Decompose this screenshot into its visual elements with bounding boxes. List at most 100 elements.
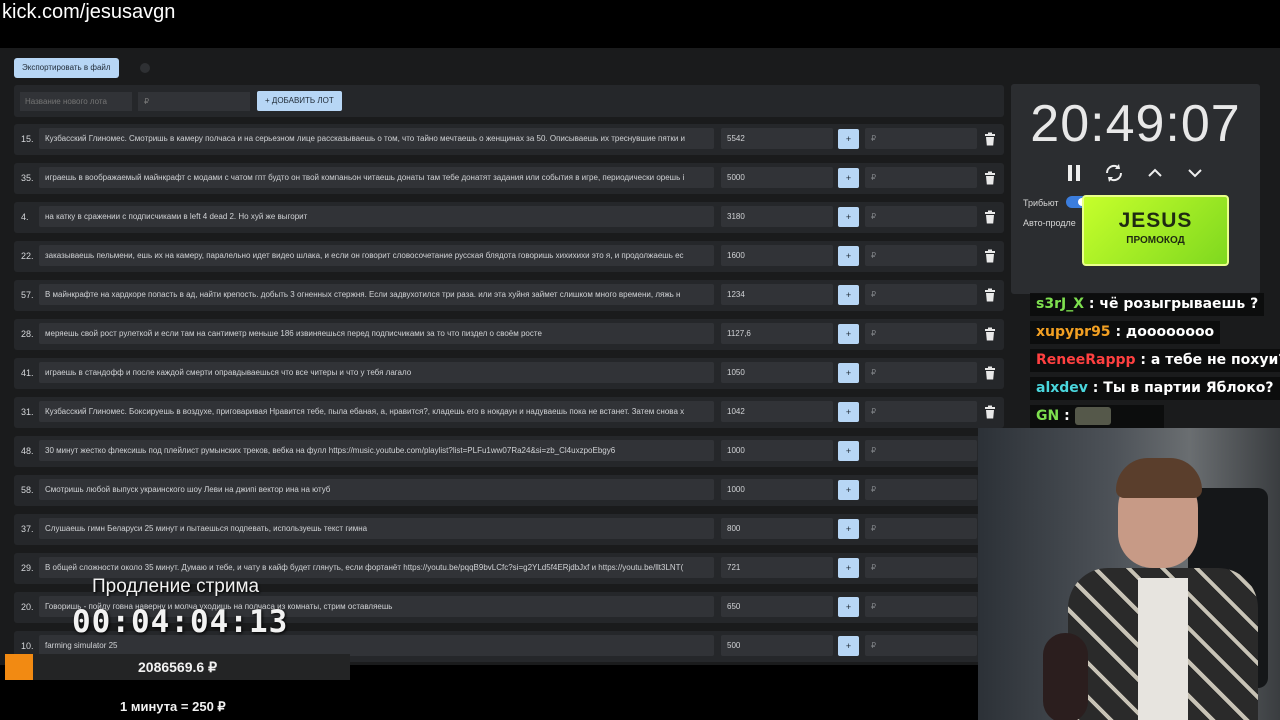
lot-price-input[interactable]: ₽	[865, 284, 977, 305]
lot-add-amount-button[interactable]: +	[838, 168, 859, 188]
lot-add-amount-button[interactable]: +	[838, 285, 859, 305]
new-lot-name-input[interactable]	[20, 92, 132, 111]
lot-add-amount-button[interactable]: +	[838, 597, 859, 617]
lot-amount-field[interactable]: 5542	[721, 128, 833, 149]
lot-title-field[interactable]: Смотришь любой выпуск украинского шоу Ле…	[39, 479, 714, 500]
chat-username: alxdev	[1036, 380, 1088, 396]
lot-row: 4. на катку в сражении с подписчиками в …	[14, 202, 1004, 233]
lot-add-amount-button[interactable]: +	[838, 636, 859, 656]
extension-countdown: 00:04:04:13	[72, 604, 289, 640]
chat-username: s3rJ_X	[1036, 296, 1084, 312]
lot-amount-field[interactable]: 1000	[721, 479, 833, 500]
lot-amount-field[interactable]: 1000	[721, 440, 833, 461]
url-text: kick.com/jesusavgn	[2, 1, 176, 23]
trash-icon[interactable]	[983, 288, 997, 302]
new-lot-price-input[interactable]	[138, 92, 250, 111]
lot-price-input[interactable]: ₽	[865, 362, 977, 383]
promo-subtitle: ПРОМОКОД	[1126, 235, 1185, 246]
trash-icon[interactable]	[983, 210, 997, 224]
trash-icon[interactable]	[983, 366, 997, 380]
url-bar: kick.com/jesusavgn	[0, 0, 1280, 48]
lot-price-input[interactable]: ₽	[865, 323, 977, 344]
lot-row: 22. заказываешь пельмени, ешь их на каме…	[14, 241, 1004, 272]
lot-add-amount-button[interactable]: +	[838, 207, 859, 227]
lot-add-amount-button[interactable]: +	[838, 402, 859, 422]
lot-add-amount-button[interactable]: +	[838, 324, 859, 344]
lot-add-amount-button[interactable]: +	[838, 480, 859, 500]
lot-row: 57. В майнкрафте на хардкоре попасть в а…	[14, 280, 1004, 311]
emote-icon	[1074, 407, 1111, 425]
lot-row: 48. 30 минут жестко флексишь под плейлис…	[14, 436, 1004, 467]
lot-add-amount-button[interactable]: +	[838, 129, 859, 149]
lot-price-input[interactable]: ₽	[865, 206, 977, 227]
lot-row: 58. Смотришь любой выпуск украинского шо…	[14, 475, 1004, 506]
lot-price-input[interactable]: ₽	[865, 245, 977, 266]
lot-amount-field[interactable]: 500	[721, 635, 833, 656]
trash-icon[interactable]	[983, 132, 997, 146]
chat-text: Ты в партии Яблоко?	[1103, 380, 1274, 396]
webcam-person-hair	[1116, 458, 1202, 498]
chat-separator: :	[1092, 380, 1099, 396]
lot-title-field[interactable]: Кузбасский Глиномес. Боксируешь в воздух…	[39, 401, 714, 422]
lot-title-field[interactable]: меряешь свой рост рулеткой и если там на…	[39, 323, 714, 344]
lot-amount-field[interactable]: 1042	[721, 401, 833, 422]
lot-price-input[interactable]: ₽	[865, 635, 977, 656]
chat-message: ReneeRappp : а тебе не похуи?	[1030, 349, 1280, 372]
lot-add-amount-button[interactable]: +	[838, 558, 859, 578]
lot-amount-field[interactable]: 5000	[721, 167, 833, 188]
lot-amount-field[interactable]: 3180	[721, 206, 833, 227]
lot-title-field[interactable]: В общей сложности около 35 минут. Думаю …	[39, 557, 714, 578]
lot-amount-field[interactable]: 650	[721, 596, 833, 617]
add-lot-button[interactable]: + ДОБАВИТЬ ЛОТ	[257, 91, 342, 111]
chat-text: а тебе не похуи?	[1150, 352, 1280, 368]
lot-title-field[interactable]: на катку в сражении с подписчиками в lef…	[39, 206, 714, 227]
trash-icon[interactable]	[983, 327, 997, 341]
lot-price-input[interactable]: ₽	[865, 128, 977, 149]
lot-row: 28. меряешь свой рост рулеткой и если та…	[14, 319, 1004, 350]
chat-username: GN	[1036, 408, 1060, 424]
auto-extend-label: Авто-продле	[1023, 218, 1076, 228]
lot-price-input[interactable]: ₽	[865, 167, 977, 188]
lot-price-input[interactable]: ₽	[865, 596, 977, 617]
lot-price-input[interactable]: ₽	[865, 518, 977, 539]
lot-amount-field[interactable]: 1600	[721, 245, 833, 266]
chevron-up-icon[interactable]	[1144, 162, 1166, 184]
trash-icon[interactable]	[983, 405, 997, 419]
chat-separator: :	[1064, 408, 1070, 424]
lot-amount-field[interactable]: 1234	[721, 284, 833, 305]
chat-separator: :	[1088, 296, 1095, 312]
lot-add-amount-button[interactable]: +	[838, 519, 859, 539]
chat-message: alxdev : Ты в партии Яблоко?	[1030, 377, 1280, 400]
lot-title-field[interactable]: заказываешь пельмени, ешь их на камеру, …	[39, 245, 714, 266]
chat-separator: :	[1140, 352, 1147, 368]
lot-amount-field[interactable]: 800	[721, 518, 833, 539]
donation-progress-bar: 2086569.6 ₽	[5, 654, 350, 680]
lot-add-amount-button[interactable]: +	[838, 246, 859, 266]
status-dot	[140, 63, 150, 73]
lot-amount-field[interactable]: 721	[721, 557, 833, 578]
export-button[interactable]: Экспортировать в файл	[14, 58, 119, 78]
add-lot-panel: + ДОБАВИТЬ ЛОТ	[14, 85, 1004, 117]
trash-icon[interactable]	[983, 171, 997, 185]
trash-icon[interactable]	[983, 249, 997, 263]
lot-title-field[interactable]: В майнкрафте на хардкоре попасть в ад, н…	[39, 284, 714, 305]
lot-price-input[interactable]: ₽	[865, 557, 977, 578]
lot-row: 37. Слушаешь гимн Беларуси 25 минут и пы…	[14, 514, 1004, 545]
lot-title-field[interactable]: Кузбасский Глиномес. Смотришь в камеру п…	[39, 128, 714, 149]
lot-add-amount-button[interactable]: +	[838, 441, 859, 461]
lot-amount-field[interactable]: 1050	[721, 362, 833, 383]
lot-title-field[interactable]: играешь в воображаемый майнкрафт с модам…	[39, 167, 714, 188]
lot-amount-field[interactable]: 1127,6	[721, 323, 833, 344]
chat-message: xupypr95 : доооооооо	[1030, 321, 1221, 344]
lot-title-field[interactable]: играешь в стандофф и после каждой смерти…	[39, 362, 714, 383]
lot-row: 41. играешь в стандофф и после каждой см…	[14, 358, 1004, 389]
lot-title-field[interactable]: Слушаешь гимн Беларуси 25 минут и пытаеш…	[39, 518, 714, 539]
reset-icon[interactable]	[1103, 162, 1125, 184]
chevron-down-icon[interactable]	[1184, 162, 1206, 184]
lot-price-input[interactable]: ₽	[865, 440, 977, 461]
lot-title-field[interactable]: 30 минут жестко флексишь под плейлист ру…	[39, 440, 714, 461]
lot-price-input[interactable]: ₽	[865, 401, 977, 422]
lot-add-amount-button[interactable]: +	[838, 363, 859, 383]
lot-price-input[interactable]: ₽	[865, 479, 977, 500]
pause-icon[interactable]	[1063, 162, 1085, 184]
